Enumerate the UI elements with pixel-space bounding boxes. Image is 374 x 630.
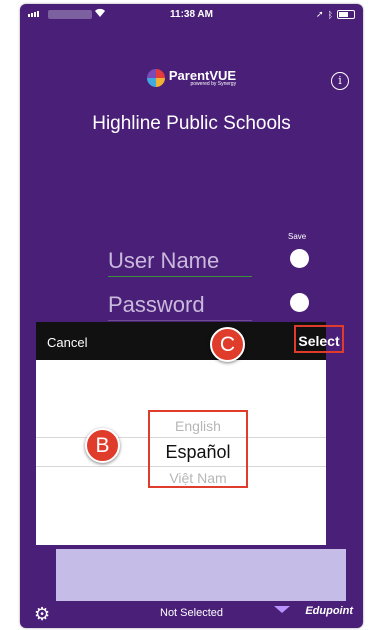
password-field[interactable]: Password [108,292,252,321]
status-bar: 11:38 AM ➚ ᛒ [20,4,363,26]
bluetooth-icon: ᛒ [327,9,333,20]
bottom-bar: ⚙ Not Selected Edupoint [20,601,363,628]
save-label: Save [288,232,307,241]
caret-down-icon[interactable] [274,606,290,613]
parentvue-logo-mark [146,69,165,87]
callout-c-badge: C [210,327,245,362]
location-arrow-icon: ➚ [316,9,324,19]
info-icon[interactable]: i [331,72,349,90]
parentvue-logo: ParentVUE powered by Synergy [20,69,363,87]
picker-footer [56,549,346,601]
picker-toolbar: Cancel Select [36,322,344,360]
edupoint-logo: Edupoint [305,605,353,617]
selection-status: Not Selected [160,607,223,619]
status-time: 11:38 AM [170,9,213,20]
battery-icon [337,10,355,19]
logo-subtitle: powered by Synergy [190,81,237,87]
language-picker[interactable]: English Español Việt Nam [36,360,326,545]
callout-b-badge: B [85,428,120,463]
save-username-toggle[interactable] [290,249,309,268]
username-field[interactable]: User Name [108,248,252,277]
cancel-button[interactable]: Cancel [47,335,87,350]
save-password-toggle[interactable] [290,293,309,312]
gear-icon[interactable]: ⚙ [34,604,50,625]
select-button[interactable]: Select [294,325,344,353]
picker-highlight-box [148,410,248,488]
district-name: Highline Public Schools [92,113,291,134]
